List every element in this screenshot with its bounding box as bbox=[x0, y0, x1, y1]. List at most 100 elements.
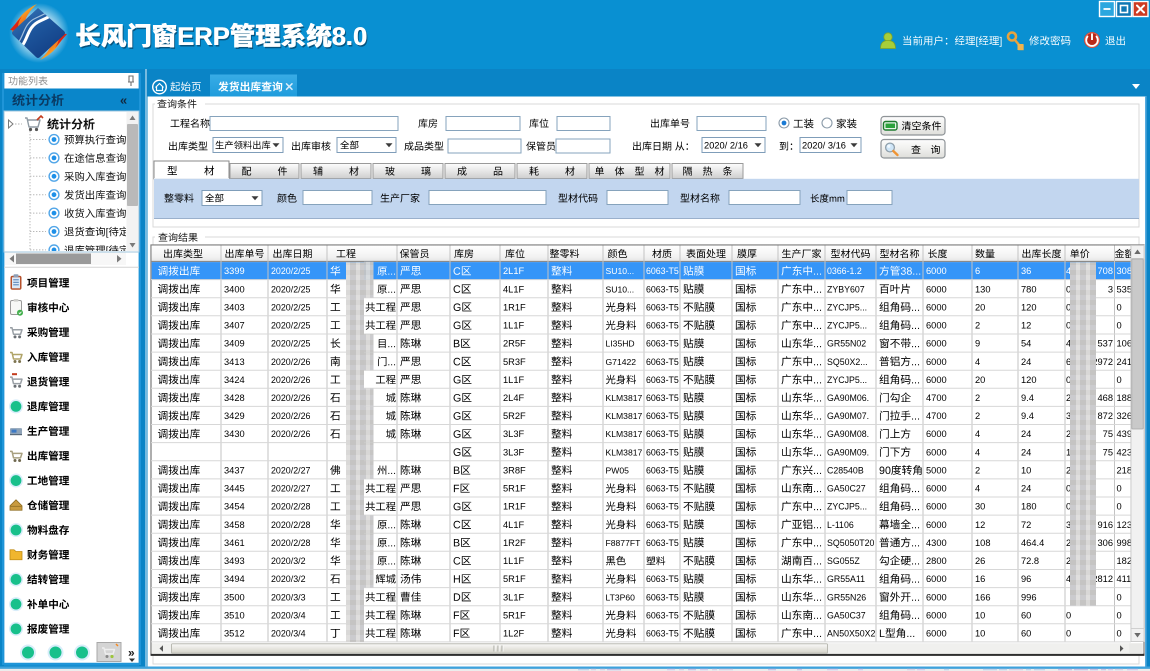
svg-text:6063-T5: 6063-T5 bbox=[646, 629, 679, 639]
svg-text:GA90M08.: GA90M08. bbox=[827, 429, 869, 439]
svg-text:3493: 3493 bbox=[224, 556, 245, 566]
svg-text:2: 2 bbox=[975, 466, 980, 476]
svg-text:0366-1.2: 0366-1.2 bbox=[827, 266, 862, 276]
svg-text:306: 306 bbox=[1097, 538, 1113, 548]
svg-text:3399: 3399 bbox=[224, 266, 245, 276]
svg-text:9.4: 9.4 bbox=[1021, 411, 1034, 421]
svg-text:3445: 3445 bbox=[224, 484, 245, 494]
svg-text:75: 75 bbox=[1103, 429, 1113, 439]
svg-text:2L4F: 2L4F bbox=[503, 393, 525, 403]
svg-text:GA50C37: GA50C37 bbox=[827, 610, 866, 620]
svg-text:2L1F: 2L1F bbox=[503, 266, 525, 276]
svg-text:6063-T5: 6063-T5 bbox=[646, 375, 679, 385]
svg-text:ZYCJP5...: ZYCJP5... bbox=[827, 375, 867, 385]
svg-text:326: 326 bbox=[1117, 411, 1133, 421]
svg-text:F8877FT: F8877FT bbox=[606, 538, 642, 548]
svg-text:6063-T5: 6063-T5 bbox=[646, 393, 679, 403]
svg-text:12: 12 bbox=[975, 520, 985, 530]
svg-text:6000: 6000 bbox=[926, 429, 947, 439]
svg-text:537: 537 bbox=[1097, 339, 1113, 349]
svg-text:GA90M06.: GA90M06. bbox=[827, 393, 869, 403]
svg-text:1L1F: 1L1F bbox=[503, 375, 525, 385]
svg-text:ZYCJP5...: ZYCJP5... bbox=[827, 302, 867, 312]
svg-text:6000: 6000 bbox=[926, 520, 947, 530]
svg-text:423: 423 bbox=[1117, 447, 1133, 457]
svg-text:2020/2/27: 2020/2/27 bbox=[271, 484, 311, 494]
svg-text:535: 535 bbox=[1117, 284, 1133, 294]
svg-text:130: 130 bbox=[975, 284, 991, 294]
svg-text:KLM3817: KLM3817 bbox=[606, 393, 643, 403]
svg-text:6063-T5: 6063-T5 bbox=[646, 429, 679, 439]
svg-text:0: 0 bbox=[1117, 629, 1122, 639]
svg-text:3430: 3430 bbox=[224, 429, 245, 439]
svg-text:3L1F: 3L1F bbox=[503, 592, 525, 602]
svg-text:2020/3/3: 2020/3/3 bbox=[271, 592, 306, 602]
svg-text:3461: 3461 bbox=[224, 538, 245, 548]
svg-text:6063-T5: 6063-T5 bbox=[646, 411, 679, 421]
svg-text:SQ5050T20: SQ5050T20 bbox=[827, 538, 875, 548]
svg-text:1R1F: 1R1F bbox=[503, 302, 526, 312]
svg-text:KLM3817: KLM3817 bbox=[606, 429, 643, 439]
svg-text:468: 468 bbox=[1097, 393, 1113, 403]
svg-text:5R1F: 5R1F bbox=[503, 610, 526, 620]
svg-text:6063-T5: 6063-T5 bbox=[646, 574, 679, 584]
svg-text:2020/2/25: 2020/2/25 bbox=[271, 321, 311, 331]
svg-text:2020/2/28: 2020/2/28 bbox=[271, 538, 311, 548]
svg-text:5R2F: 5R2F bbox=[503, 411, 526, 421]
svg-text:308: 308 bbox=[1117, 266, 1133, 276]
svg-text:2020/2/27: 2020/2/27 bbox=[271, 466, 311, 476]
svg-text:996: 996 bbox=[1021, 592, 1037, 602]
svg-text:2020/2/26: 2020/2/26 bbox=[271, 357, 311, 367]
svg-text:780: 780 bbox=[1021, 284, 1037, 294]
svg-text:AN50X50X2: AN50X50X2 bbox=[827, 629, 876, 639]
svg-text:3R8F: 3R8F bbox=[503, 466, 526, 476]
svg-text:2R5F: 2R5F bbox=[503, 339, 526, 349]
svg-text:2020/2/25: 2020/2/25 bbox=[271, 266, 311, 276]
svg-text:10: 10 bbox=[975, 629, 985, 639]
svg-text:188: 188 bbox=[1117, 393, 1133, 403]
svg-text:0: 0 bbox=[1066, 610, 1071, 620]
svg-text:6000: 6000 bbox=[926, 592, 947, 602]
svg-text:120: 120 bbox=[1021, 375, 1037, 385]
svg-text:2800: 2800 bbox=[926, 556, 947, 566]
svg-text:GA90M09.: GA90M09. bbox=[827, 447, 869, 457]
svg-text:6000: 6000 bbox=[926, 610, 947, 620]
svg-text:6000: 6000 bbox=[926, 629, 947, 639]
svg-text:0: 0 bbox=[1117, 375, 1122, 385]
svg-text:6: 6 bbox=[975, 266, 980, 276]
svg-text:241: 241 bbox=[1117, 357, 1133, 367]
svg-text:LI35HD: LI35HD bbox=[606, 339, 635, 349]
svg-text:6063-T5: 6063-T5 bbox=[646, 357, 679, 367]
svg-text:SU10...: SU10... bbox=[606, 266, 635, 276]
svg-text:5R3F: 5R3F bbox=[503, 357, 526, 367]
svg-text:LT3P60: LT3P60 bbox=[606, 592, 636, 602]
svg-text:411: 411 bbox=[1117, 574, 1132, 584]
svg-text:3510: 3510 bbox=[224, 610, 245, 620]
svg-text:4300: 4300 bbox=[926, 538, 947, 548]
svg-text:5R1F: 5R1F bbox=[503, 484, 526, 494]
svg-text:ZYCJP5...: ZYCJP5... bbox=[827, 502, 867, 512]
svg-text:6063-T5: 6063-T5 bbox=[646, 339, 679, 349]
svg-text:6063-T5: 6063-T5 bbox=[646, 484, 679, 494]
svg-text:872: 872 bbox=[1097, 411, 1113, 421]
svg-text:2020/2/25: 2020/2/25 bbox=[271, 284, 311, 294]
svg-text:166: 166 bbox=[975, 592, 991, 602]
svg-text:2020/2/25: 2020/2/25 bbox=[271, 302, 311, 312]
svg-text:218: 218 bbox=[1117, 466, 1133, 476]
svg-text:4: 4 bbox=[975, 429, 980, 439]
svg-text:5000: 5000 bbox=[926, 466, 947, 476]
svg-text:GR55A11: GR55A11 bbox=[827, 574, 865, 584]
svg-text:2020/2/26: 2020/2/26 bbox=[271, 429, 311, 439]
svg-text:0: 0 bbox=[1117, 502, 1122, 512]
svg-text:0: 0 bbox=[1117, 592, 1122, 602]
svg-text:L-1106: L-1106 bbox=[827, 520, 854, 530]
svg-text:2020/2/26: 2020/2/26 bbox=[271, 375, 311, 385]
svg-text:2020/3/2: 2020/3/2 bbox=[271, 574, 306, 584]
svg-text:GR55N02: GR55N02 bbox=[827, 339, 866, 349]
svg-text:3403: 3403 bbox=[224, 302, 245, 312]
svg-text:6063-T5: 6063-T5 bbox=[646, 466, 679, 476]
svg-text:16: 16 bbox=[975, 574, 985, 584]
svg-text:6000: 6000 bbox=[926, 339, 947, 349]
svg-text:6063-T5: 6063-T5 bbox=[646, 284, 679, 294]
svg-text:3454: 3454 bbox=[224, 502, 245, 512]
